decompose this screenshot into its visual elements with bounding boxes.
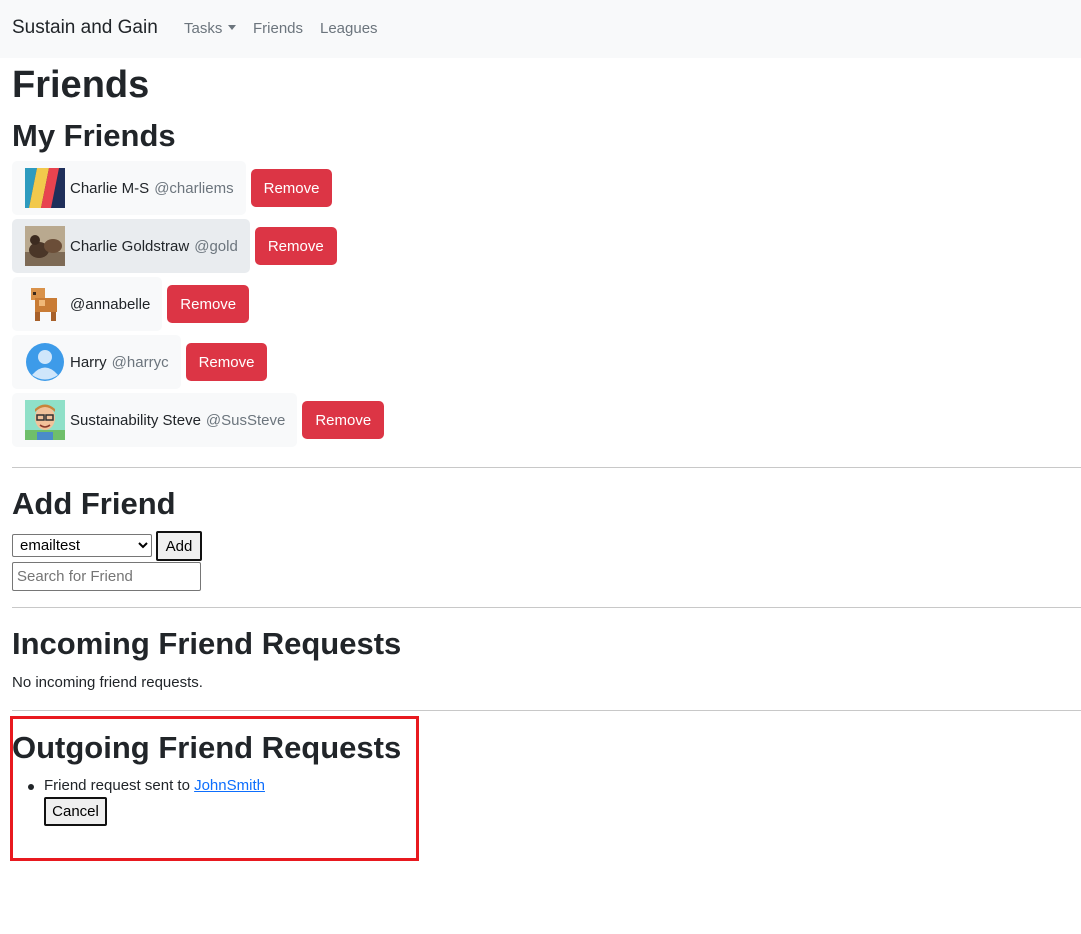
friend-card[interactable]: @annabelle <box>12 277 163 331</box>
page-title: Friends <box>12 64 150 106</box>
default-user-avatar-icon <box>25 342 65 382</box>
friend-row: Harry @harryc Remove <box>12 335 268 389</box>
bullet-icon <box>28 784 34 790</box>
pixel-cow-avatar-icon <box>25 284 65 324</box>
search-friend-input[interactable] <box>12 562 201 591</box>
cancel-request-button[interactable]: Cancel <box>44 797 107 826</box>
friend-username: @annabelle <box>70 295 151 313</box>
section-divider <box>12 467 1081 468</box>
friend-row: Sustainability Steve @SusSteve Remove <box>12 393 385 447</box>
list-item: Friend request sent to JohnSmith Cancel <box>28 777 265 826</box>
remove-friend-button[interactable]: Remove <box>302 401 385 439</box>
no-incoming-text: No incoming friend requests. <box>12 674 203 691</box>
friend-name: Charlie M-S <box>70 179 150 197</box>
brand-link[interactable]: Sustain and Gain <box>12 17 158 39</box>
friend-username: @harryc <box>111 353 169 371</box>
friend-username: @gold <box>194 237 238 255</box>
friend-card[interactable]: Sustainability Steve @SusSteve <box>12 393 298 447</box>
friend-username: @SusSteve <box>205 411 286 429</box>
stripes-avatar-icon <box>25 168 65 208</box>
outgoing-requests-list: Friend request sent to JohnSmith Cancel <box>28 777 265 826</box>
nav-friends-link[interactable]: Friends <box>253 20 303 37</box>
friend-select[interactable]: emailtest <box>12 534 152 557</box>
incoming-requests-heading: Incoming Friend Requests <box>12 626 402 661</box>
remove-friend-button[interactable]: Remove <box>250 169 333 207</box>
friend-card[interactable]: Harry @harryc <box>12 335 181 389</box>
request-text: Friend request sent to <box>44 777 195 794</box>
request-user-link[interactable]: JohnSmith <box>194 777 265 794</box>
friend-username: @charliems <box>154 179 234 197</box>
remove-friend-button[interactable]: Remove <box>167 285 250 323</box>
cartoon-man-avatar-icon <box>25 400 65 440</box>
nav-tasks-dropdown[interactable]: Tasks <box>184 20 237 37</box>
caret-down-icon <box>228 25 237 30</box>
remove-friend-button[interactable]: Remove <box>185 343 268 381</box>
dogs-photo-avatar-icon <box>25 226 65 266</box>
navbar: Sustain and Gain Tasks Friends Leagues <box>0 0 1081 58</box>
friend-row: Charlie M-S @charliems Remove <box>12 161 333 215</box>
add-friend-heading: Add Friend <box>12 486 176 521</box>
friend-name: Harry <box>70 353 107 371</box>
friend-card[interactable]: Charlie Goldstraw @gold <box>12 219 250 273</box>
friend-name: Charlie Goldstraw <box>70 237 190 255</box>
section-divider <box>12 607 1081 608</box>
friend-name: Sustainability Steve <box>70 411 201 429</box>
friend-row: @annabelle Remove <box>12 277 250 331</box>
add-friend-button[interactable]: Add <box>156 531 202 561</box>
nav-leagues-link[interactable]: Leagues <box>320 20 378 37</box>
friend-card[interactable]: Charlie M-S @charliems <box>12 161 246 215</box>
friend-row: Charlie Goldstraw @gold Remove <box>12 219 337 273</box>
nav-tasks-label: Tasks <box>184 20 223 37</box>
outgoing-requests-heading: Outgoing Friend Requests <box>12 730 402 765</box>
remove-friend-button[interactable]: Remove <box>254 227 337 265</box>
my-friends-heading: My Friends <box>12 118 176 153</box>
section-divider <box>12 710 1081 711</box>
